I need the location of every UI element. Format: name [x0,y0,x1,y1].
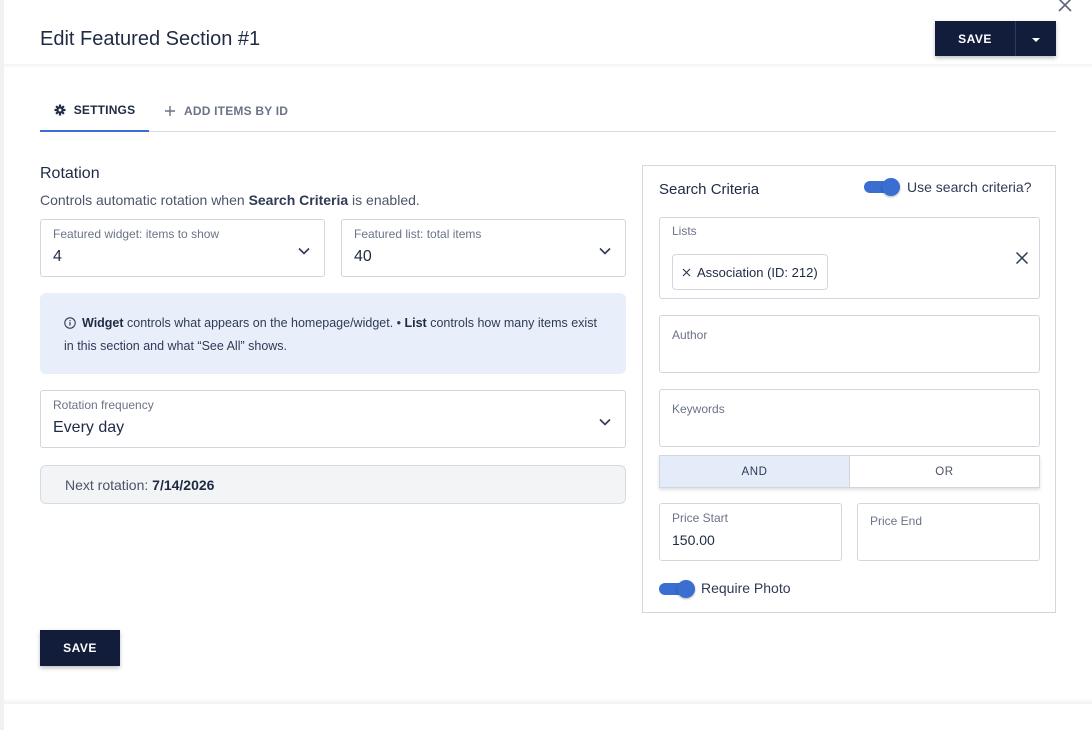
close-icon[interactable] [1056,0,1074,14]
clear-lists-icon[interactable] [1015,251,1029,270]
lists-field[interactable]: Lists Association (ID: 212) [659,217,1040,299]
list-items-select[interactable]: Featured list: total items 40 [341,219,626,277]
next-rotation-box: Next rotation: 7/14/2026 [40,465,626,504]
use-search-criteria-toggle[interactable] [864,178,902,196]
tab-bar: SETTINGS ADD ITEMS BY ID [40,90,1056,132]
edit-featured-section-modal: Edit Featured Section #1 SAVE SETTINGS A… [4,0,1092,730]
rotation-frequency-select[interactable]: Rotation frequency Every day [40,390,626,448]
widget-items-value: 4 [53,248,62,265]
rotation-frequency-label: Rotation frequency [53,398,154,412]
next-rotation-date: 7/14/2026 [152,477,215,493]
keywords-label: Keywords [672,402,725,416]
tab-settings-label: SETTINGS [73,103,136,117]
caret-down-icon [1031,30,1041,48]
price-start-field[interactable]: Price Start 150.00 [659,503,842,561]
keywords-field[interactable]: Keywords [659,389,1040,447]
keyword-operator-toggle: AND OR [659,455,1040,488]
list-items-value: 40 [354,248,372,265]
or-button[interactable]: OR [850,456,1039,487]
price-start-label: Price Start [672,511,729,525]
widget-items-label: Featured widget: items to show [53,227,220,241]
toggle-knob [882,178,900,196]
price-start-value: 150.00 [672,532,715,548]
search-criteria-card: Search Criteria Use search criteria? Lis… [642,165,1056,613]
chevron-down-icon [298,242,310,260]
search-criteria-heading: Search Criteria [659,181,760,198]
require-photo-toggle[interactable] [659,580,697,598]
list-chip-label: Association (ID: 212) [697,264,818,280]
footer-divider [4,698,1092,704]
toggle-knob [677,580,695,598]
save-options-dropdown[interactable] [1015,21,1056,56]
tab-add-items-label: ADD ITEMS BY ID [184,104,289,118]
info-icon [64,315,76,336]
info-widget-bold: Widget [82,316,124,330]
rotation-desc-prefix: Controls automatic rotation when [40,192,249,208]
header-divider [4,64,1092,68]
info-callout: Widget controls what appears on the home… [40,293,626,374]
require-photo-label: Require Photo [701,580,791,596]
price-end-field[interactable]: Price End [857,503,1040,561]
list-chip: Association (ID: 212) [672,254,828,290]
chevron-down-icon [599,413,611,431]
chevron-down-icon [599,242,611,260]
rotation-desc-suffix: is enabled. [348,192,420,208]
lists-label: Lists [672,224,697,238]
info-text-1: controls what appears on the homepage/wi… [123,316,405,330]
gear-icon [54,104,66,116]
price-end-label: Price End [870,514,923,528]
plus-icon [164,105,176,117]
tab-settings[interactable]: SETTINGS [40,90,149,132]
author-label: Author [672,328,708,342]
list-items-label: Featured list: total items [354,227,482,241]
widget-items-select[interactable]: Featured widget: items to show 4 [40,219,325,277]
info-list-bold: List [404,316,427,330]
author-field[interactable]: Author [659,315,1040,373]
next-rotation-label: Next rotation: [65,477,153,493]
rotation-frequency-value: Every day [53,419,125,436]
tab-add-items-by-id[interactable]: ADD ITEMS BY ID [164,90,288,132]
save-button[interactable]: SAVE [935,21,1015,56]
rotation-description: Controls automatic rotation when Search … [40,192,420,208]
chip-remove-icon[interactable] [682,268,691,277]
and-button[interactable]: AND [660,456,850,487]
rotation-desc-bold: Search Criteria [248,192,349,208]
save-split-button: SAVE [935,21,1056,56]
rotation-heading: Rotation [40,165,100,182]
page-title: Edit Featured Section #1 [40,28,261,50]
footer-save-button[interactable]: SAVE [40,630,120,666]
use-search-criteria-label: Use search criteria? [907,179,1032,195]
